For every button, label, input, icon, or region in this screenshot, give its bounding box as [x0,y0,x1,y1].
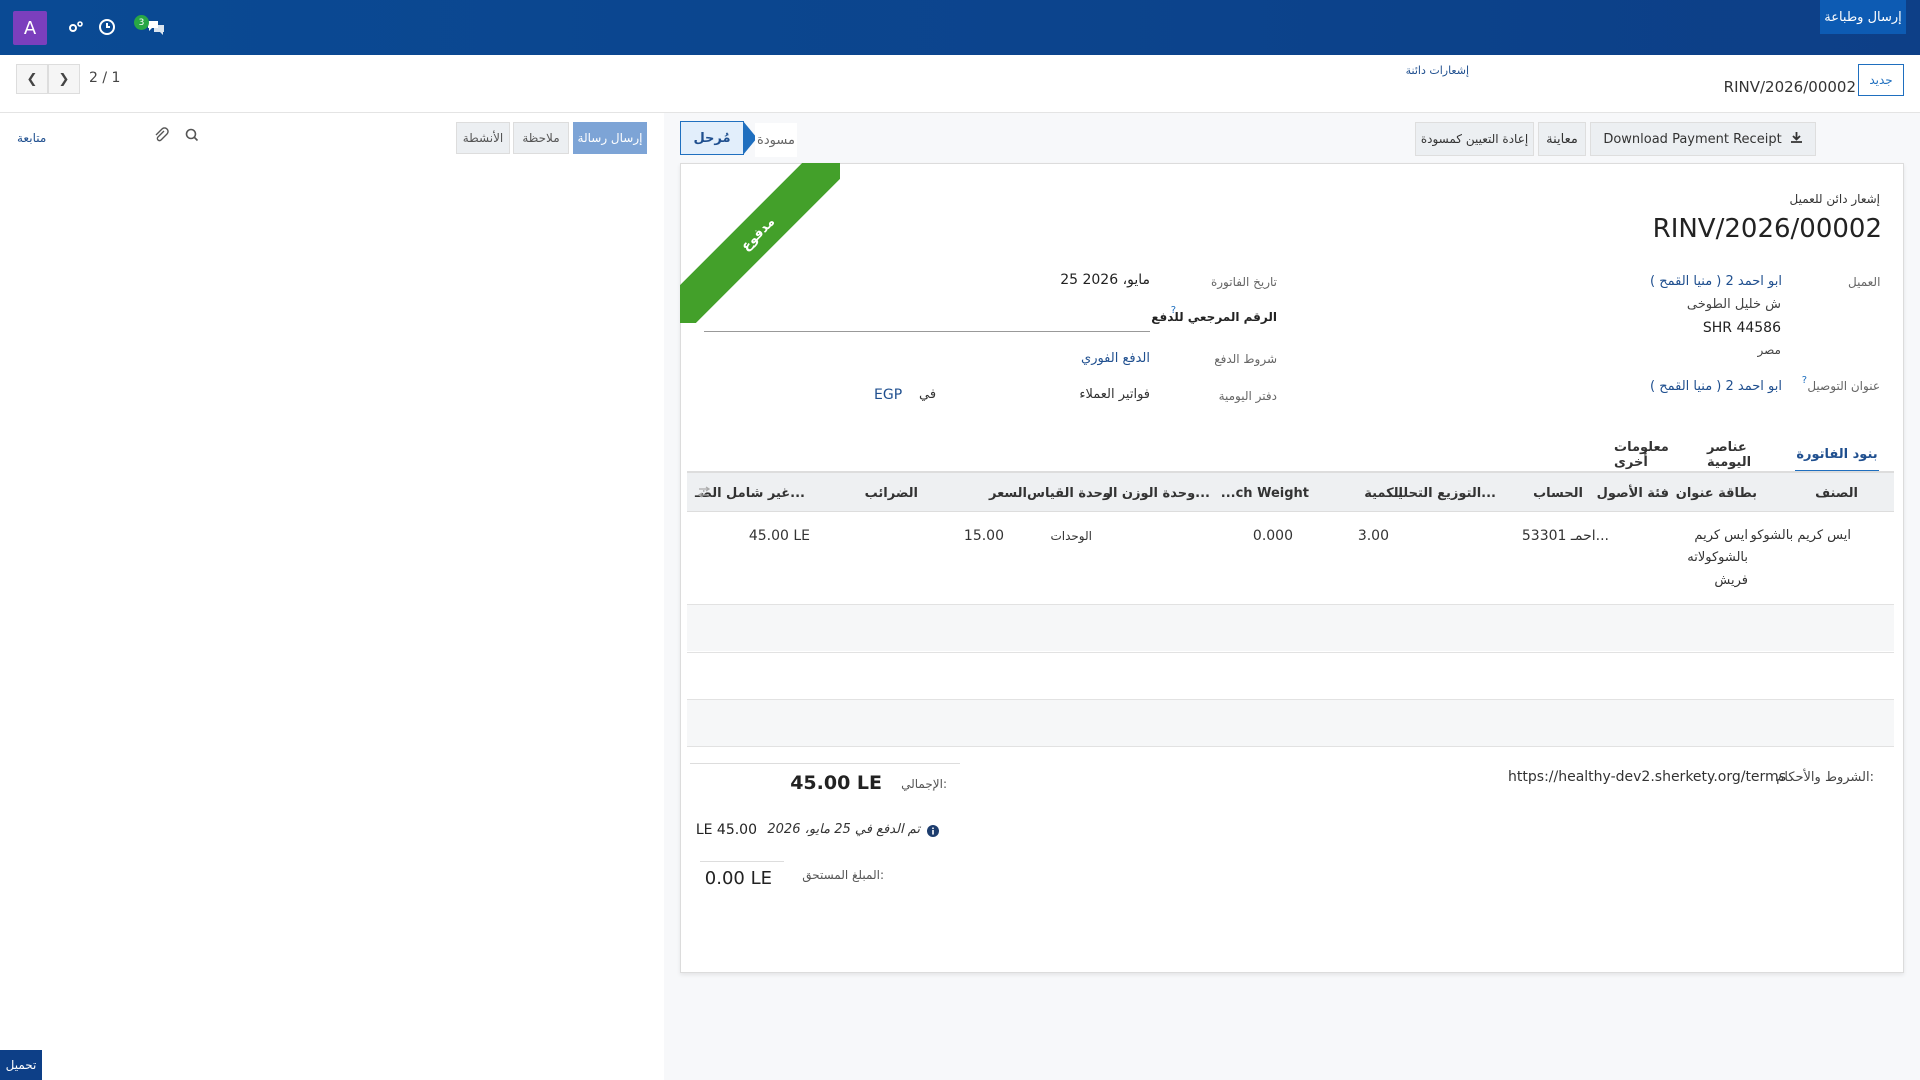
col-subtotal[interactable]: غير شامل الضـ... [695,486,805,501]
payment-terms-value[interactable]: الدفع الفوري [1081,351,1150,366]
invoice-lines-header: الصنف بطاقة عنوان فئة الأصول الحساب التو… [687,472,1894,512]
breadcrumb-parent[interactable]: إشعارات دائنة [1406,64,1469,77]
help-icon[interactable]: ? [1802,375,1807,386]
delivery-address-label: عنوان التوصيل [1807,379,1880,393]
messages-count-badge: 3 [134,15,149,30]
col-asset-category[interactable]: فئة الأصول [1597,486,1669,501]
customer-label: العميل [1848,275,1881,289]
col-label[interactable]: بطاقة عنوان [1676,486,1757,501]
send-print-label: إرسال وطباعة [1824,9,1902,25]
empty-row[interactable] [687,700,1894,746]
customer-street: ش خليل الطوخى [1686,297,1781,312]
document-number: RINV/2026/00002 [1652,214,1882,244]
invoice-date-label: تاريخ الفاتورة [1210,275,1277,289]
terms-url[interactable]: https://healthy-dev2.sherkety.org/terms [1508,769,1786,785]
pager-previous-button[interactable]: ❮ [16,64,48,94]
download-receipt-button[interactable]: Download Payment Receipt [1590,122,1816,156]
breadcrumb-current: RINV/2026/00002 [1723,78,1856,96]
col-quantity[interactable]: الكمية [1364,486,1403,501]
reset-to-draft-button[interactable]: إعادة التعيين كمسودة [1415,122,1534,156]
document-type: إشعار دائن للعميل [1789,192,1880,206]
row-label-line2: بالشوكولاته [1687,550,1748,565]
pager-value[interactable]: 2 / 1 [89,70,120,86]
invoice-date-value[interactable]: 25 مايو، 2026 [1060,272,1150,288]
chevron-left-icon: ❮ [26,71,38,87]
row-label-line3: فريش [1714,573,1748,588]
journal-label: دفتر اليومية [1218,389,1277,403]
preview-button[interactable]: معاينة [1538,122,1586,156]
row-divider [687,652,1894,653]
control-panel [0,55,1920,113]
row-account[interactable]: 53301 احمـ... [1522,528,1609,544]
paid-ribbon-label: مدفوع [680,163,840,323]
status-posted[interactable]: مُرحل [680,121,744,155]
download-receipt-label: Download Payment Receipt [1603,131,1782,147]
row-price[interactable]: 15.00 [964,528,1004,544]
settings-icon[interactable] [62,14,90,40]
upload-button[interactable]: تحميل [0,1050,42,1080]
tab-other-info[interactable]: معلومات أخرى [1614,438,1704,472]
activities-button[interactable]: الأنشطة [456,122,510,154]
amount-due-value: 0.00 LE [704,868,772,889]
customer-country: مصر [1757,343,1781,357]
paid-amount: LE 45.00 [695,822,757,838]
customer-code: SHR 44586 [1702,320,1781,336]
col-product[interactable]: الصنف [1815,486,1858,501]
total-value: 45.00 LE [790,772,882,794]
search-icon[interactable] [185,128,199,146]
in-label: في [919,387,937,402]
payment-terms-label: شروط الدفع [1214,352,1277,366]
paid-on-text: تم الدفع في 25 مايو، 2026 [767,822,920,837]
row-divider [687,746,1894,747]
total-label: الإجمالي: [901,777,947,791]
tab-journal-items[interactable]: عناصر اليومية [1707,438,1793,472]
row-uom[interactable]: الوحدات [1050,529,1092,543]
col-weight-uom[interactable]: وحدة الوزن الـ... [1104,486,1210,501]
col-taxes[interactable]: الضرائب [865,486,918,501]
column-settings-icon[interactable] [697,485,711,503]
customer-name[interactable]: ابو احمد 2 ( منيا القمح ) [1650,274,1782,289]
currency-value[interactable]: EGP [874,387,902,403]
status-draft[interactable]: مسودة [755,123,797,157]
user-avatar[interactable]: A [13,11,47,45]
paperclip-icon[interactable] [153,127,169,147]
follow-button[interactable]: متابعة [17,131,46,145]
totals-divider [690,763,960,764]
help-icon[interactable]: ? [1171,305,1176,316]
col-account[interactable]: الحساب [1533,486,1583,501]
send-print-button[interactable]: إرسال وطباعة [1820,0,1906,34]
payment-reference-input[interactable] [704,331,1150,332]
terms-label: الشروط والأحكام: [1776,770,1874,785]
col-catch-weight[interactable]: ...ch Weight [1221,486,1309,501]
journal-value[interactable]: فواتير العملاء [1079,387,1150,402]
col-analytic[interactable]: التوزيع التحليـ... [1394,486,1496,501]
amount-due-label: المبلغ المستحق: [802,868,884,882]
row-quantity[interactable]: 3.00 [1358,528,1389,544]
col-uom[interactable]: وحدة القياس [1027,486,1111,501]
due-divider [700,861,784,862]
info-icon[interactable] [927,825,939,841]
clock-icon[interactable] [93,14,121,40]
send-message-button[interactable]: إرسال رسالة [573,122,647,154]
empty-row[interactable] [687,605,1894,651]
row-catch-weight[interactable]: 0.000 [1253,528,1293,544]
tab-invoice-lines[interactable]: بنود الفاتورة [1795,438,1879,472]
row-subtotal: 45.00 LE [748,528,810,544]
chevron-right-icon: ❯ [58,71,70,87]
download-icon [1790,131,1803,148]
top-navbar: A 3 [0,0,1920,55]
delivery-address-value[interactable]: ابو احمد 2 ( منيا القمح ) [1650,379,1782,394]
new-button[interactable]: جديد [1858,64,1904,96]
col-price[interactable]: السعر [989,486,1027,501]
row-label-line1[interactable]: ايس كريم [1694,528,1748,543]
paid-ribbon: مدفوع [680,163,840,323]
row-product[interactable]: ايس كريم بالشوكو [1751,528,1851,543]
pager-next-button[interactable]: ❯ [48,64,80,94]
log-note-button[interactable]: ملاحظة [513,122,569,154]
